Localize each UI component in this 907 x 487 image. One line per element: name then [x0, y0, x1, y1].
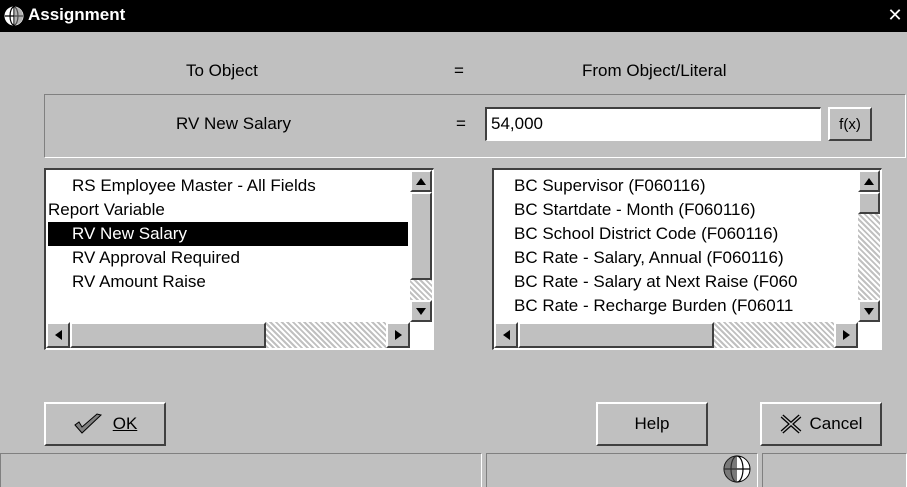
list-item[interactable]: BC Supervisor (F060116) — [494, 174, 706, 198]
ok-button-label: OK — [112, 414, 138, 433]
window-title: Assignment — [28, 5, 126, 24]
cancel-button-label: Cancel — [809, 414, 863, 433]
list-item[interactable]: BC Startdate - Month (F060116) — [494, 198, 756, 222]
title-bar: Assignment ✕ — [0, 0, 907, 32]
status-panel-left — [0, 453, 482, 487]
status-panel-right — [762, 453, 907, 487]
checkmark-icon — [73, 413, 102, 434]
arrow-down-icon — [416, 307, 426, 315]
scroll-up-button[interactable] — [858, 170, 880, 192]
equals-sign: = — [456, 114, 466, 133]
list-item[interactable]: RV Approval Required — [46, 246, 240, 270]
left-object-list[interactable]: RS Employee Master - All Fields Report V… — [44, 168, 434, 350]
list-item[interactable]: Report Variable — [46, 198, 165, 222]
scroll-left-button[interactable] — [46, 322, 70, 348]
list-item[interactable]: RS Employee Master - All Fields — [46, 174, 316, 198]
list-item[interactable]: BC Rate - Recharge Burden (F06011 — [494, 294, 793, 318]
ok-button[interactable]: OK — [44, 402, 166, 446]
list-item[interactable]: BC School District Code (F060116) — [494, 222, 778, 246]
arrow-right-icon — [394, 330, 402, 340]
arrow-left-icon — [54, 330, 62, 340]
list-item[interactable]: BC Rate - Salary, Annual (F060116) — [494, 246, 784, 270]
scroll-up-button[interactable] — [410, 170, 432, 192]
to-object-header: To Object — [186, 61, 258, 80]
scroll-thumb[interactable] — [858, 192, 880, 214]
arrow-left-icon — [502, 330, 510, 340]
cancel-x-icon — [780, 414, 801, 434]
to-object-value: RV New Salary — [176, 114, 291, 133]
cancel-button[interactable]: Cancel — [760, 402, 882, 446]
help-button[interactable]: Help — [596, 402, 708, 446]
status-panel-middle — [486, 453, 758, 487]
scroll-right-button[interactable] — [386, 322, 410, 348]
list-item-selected[interactable]: RV New Salary — [48, 222, 408, 246]
from-object-header: From Object/Literal — [582, 61, 727, 80]
right-object-list[interactable]: BC Supervisor (F060116) BC Startdate - M… — [492, 168, 882, 350]
close-icon[interactable]: ✕ — [884, 3, 906, 27]
scroll-down-button[interactable] — [858, 300, 880, 322]
arrow-down-icon — [864, 307, 874, 315]
arrow-up-icon — [864, 177, 874, 185]
scroll-thumb-horizontal[interactable] — [518, 322, 714, 348]
from-value-input[interactable]: 54,000 — [485, 107, 821, 141]
scroll-thumb-horizontal[interactable] — [70, 322, 266, 348]
arrow-up-icon — [416, 177, 426, 185]
arrow-right-icon — [842, 330, 850, 340]
list-item[interactable]: RV Amount Raise — [46, 270, 206, 294]
equals-header: = — [454, 61, 464, 80]
fx-button[interactable]: f(x) — [828, 107, 872, 141]
list-item[interactable]: BC Rate - Salary at Next Raise (F060 — [494, 270, 797, 294]
scroll-thumb[interactable] — [410, 192, 432, 280]
scroll-down-button[interactable] — [410, 300, 432, 322]
globe-icon — [723, 455, 751, 483]
scroll-left-button[interactable] — [494, 322, 518, 348]
scroll-right-button[interactable] — [834, 322, 858, 348]
globe-icon — [4, 6, 24, 26]
